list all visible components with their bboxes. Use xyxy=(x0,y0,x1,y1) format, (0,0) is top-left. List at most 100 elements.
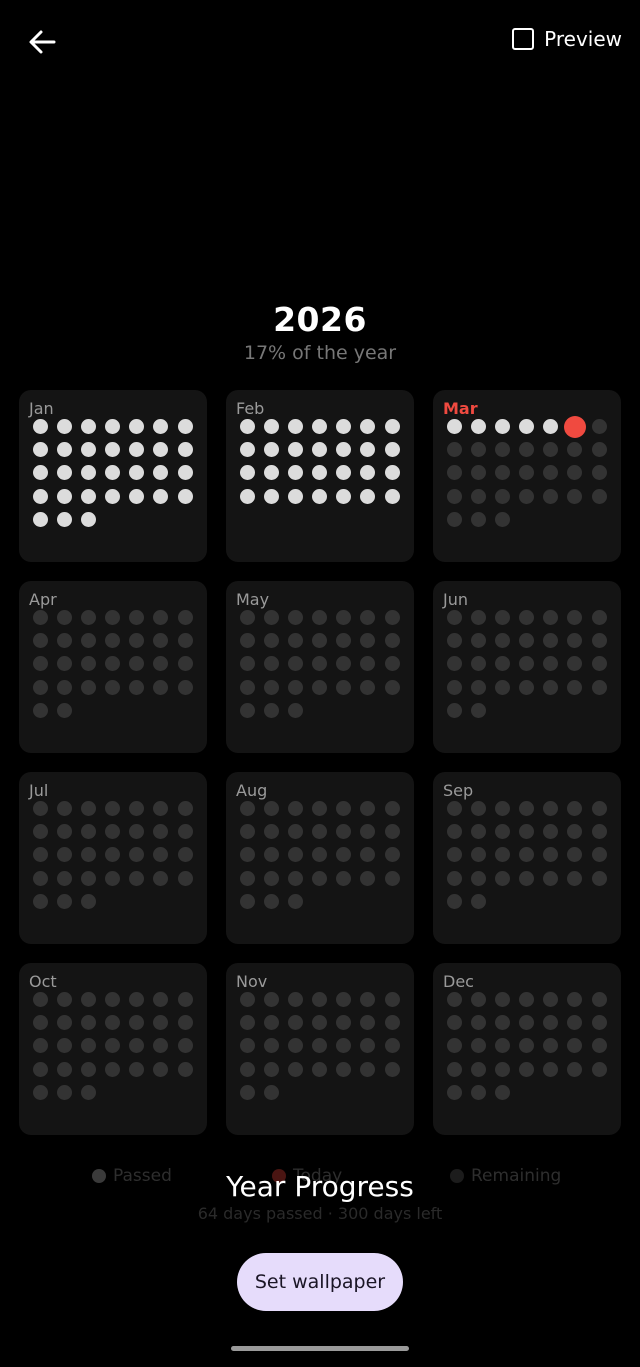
day-dot-remaining xyxy=(543,847,559,863)
day-dot-remaining xyxy=(239,992,255,1007)
day-dots xyxy=(446,610,607,718)
day-dot-remaining xyxy=(336,1015,352,1031)
day-dot-passed xyxy=(153,465,169,481)
day-dot-remaining xyxy=(384,801,400,816)
day-dot-remaining xyxy=(360,801,376,816)
day-dot-remaining xyxy=(80,824,96,840)
day-dots xyxy=(239,610,400,718)
day-dot-remaining xyxy=(129,824,145,840)
day-dot-remaining xyxy=(80,633,96,649)
day-dot-passed xyxy=(384,465,400,481)
day-dot-remaining xyxy=(470,610,486,625)
day-dot-remaining xyxy=(105,610,121,625)
day-dot-remaining xyxy=(470,633,486,649)
month-card-nov: Nov xyxy=(226,963,414,1135)
day-dots xyxy=(32,610,193,718)
preview-checkbox[interactable] xyxy=(512,28,535,50)
day-dot-passed xyxy=(239,488,255,504)
day-dot-passed xyxy=(80,488,96,504)
day-dot-remaining xyxy=(287,870,303,886)
day-dot-remaining xyxy=(32,702,48,718)
day-dot-remaining xyxy=(494,1038,510,1054)
month-label: Aug xyxy=(236,781,268,800)
day-dot-remaining xyxy=(360,633,376,649)
day-dot-remaining xyxy=(446,1015,462,1031)
day-dot-remaining xyxy=(32,893,48,909)
day-dot-passed xyxy=(80,511,96,527)
day-dot-remaining xyxy=(591,801,607,816)
day-dot-remaining xyxy=(543,465,559,481)
day-dot-remaining xyxy=(360,656,376,672)
day-dot-remaining xyxy=(494,801,510,816)
day-dot-remaining xyxy=(239,702,255,718)
day-dot-remaining xyxy=(56,679,72,695)
day-dot-remaining xyxy=(153,1061,169,1077)
home-indicator xyxy=(231,1346,409,1351)
set-wallpaper-button[interactable]: Set wallpaper xyxy=(237,1253,403,1311)
day-dot-remaining xyxy=(470,488,486,504)
day-dot-remaining xyxy=(105,656,121,672)
day-dot-remaining xyxy=(263,824,279,840)
day-dot-remaining xyxy=(56,824,72,840)
day-dot-passed xyxy=(32,511,48,527)
day-dot-remaining xyxy=(446,656,462,672)
day-dot-remaining xyxy=(336,679,352,695)
day-dot-remaining xyxy=(153,1015,169,1031)
day-dot-remaining xyxy=(287,1015,303,1031)
month-label: Mar xyxy=(443,399,478,418)
day-dots xyxy=(446,801,607,909)
day-dot-remaining xyxy=(591,679,607,695)
day-dot-remaining xyxy=(384,847,400,863)
day-dot-passed xyxy=(129,442,145,458)
day-dot-remaining xyxy=(567,442,583,458)
day-dot-remaining xyxy=(129,633,145,649)
day-dot-remaining xyxy=(105,1038,121,1054)
day-dot-remaining xyxy=(153,656,169,672)
day-dot-remaining xyxy=(591,1038,607,1054)
day-dot-remaining xyxy=(494,1061,510,1077)
day-dot-remaining xyxy=(105,679,121,695)
day-dot-remaining xyxy=(591,442,607,458)
day-dot-remaining xyxy=(446,893,462,909)
day-dot-passed xyxy=(105,488,121,504)
day-dot-remaining xyxy=(446,1038,462,1054)
day-dot-remaining xyxy=(80,847,96,863)
day-dot-remaining xyxy=(32,679,48,695)
day-dot-remaining xyxy=(567,1061,583,1077)
preview-toggle[interactable]: Preview xyxy=(512,27,622,51)
day-dot-remaining xyxy=(263,847,279,863)
day-dot-remaining xyxy=(519,465,535,481)
day-dots xyxy=(32,992,193,1100)
month-card-may: May xyxy=(226,581,414,753)
day-dot-remaining xyxy=(567,465,583,481)
day-dot-remaining xyxy=(312,679,328,695)
day-dot-passed xyxy=(336,419,352,434)
day-dot-remaining xyxy=(470,679,486,695)
day-dot-remaining xyxy=(384,610,400,625)
day-dot-remaining xyxy=(129,870,145,886)
day-dot-remaining xyxy=(287,1038,303,1054)
day-dot-remaining xyxy=(105,633,121,649)
day-dot-remaining xyxy=(80,801,96,816)
day-dot-remaining xyxy=(177,870,193,886)
day-dot-remaining xyxy=(239,893,255,909)
day-dot-remaining xyxy=(519,488,535,504)
day-dot-remaining xyxy=(591,465,607,481)
day-dot-remaining xyxy=(567,992,583,1007)
day-dot-remaining xyxy=(470,847,486,863)
day-dot-remaining xyxy=(446,801,462,816)
day-dot-passed xyxy=(336,465,352,481)
day-dot-passed xyxy=(105,465,121,481)
day-dot-remaining xyxy=(336,610,352,625)
day-dot-remaining xyxy=(336,633,352,649)
day-dot-remaining xyxy=(591,633,607,649)
day-dot-passed xyxy=(239,465,255,481)
day-dot-remaining xyxy=(336,801,352,816)
day-dot-remaining xyxy=(56,992,72,1007)
back-button[interactable] xyxy=(22,22,62,62)
day-dot-remaining xyxy=(446,847,462,863)
day-dot-remaining xyxy=(177,656,193,672)
day-dot-remaining xyxy=(567,488,583,504)
day-dot-passed xyxy=(32,465,48,481)
day-dot-remaining xyxy=(32,1084,48,1100)
